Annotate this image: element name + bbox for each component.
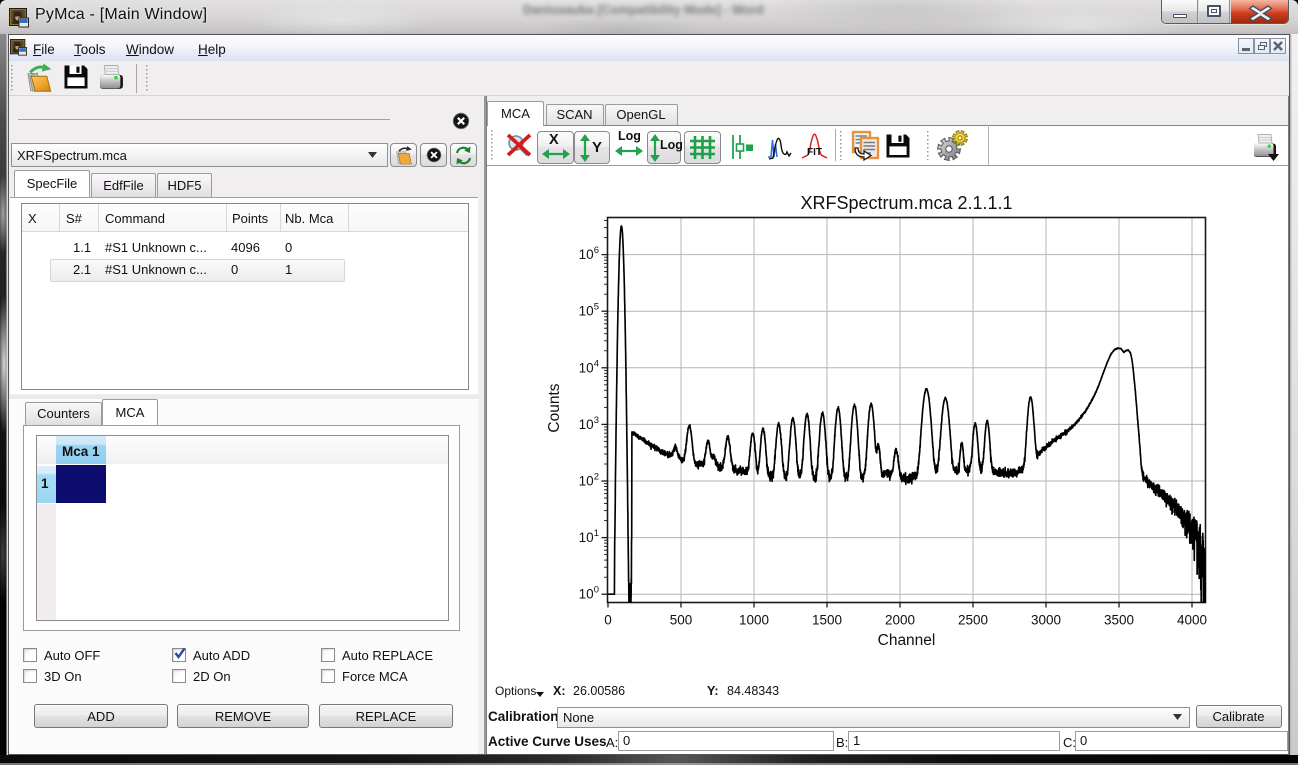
svg-text:1500: 1500 bbox=[812, 613, 842, 628]
svg-text:102: 102 bbox=[579, 472, 599, 489]
svg-text:3500: 3500 bbox=[1104, 613, 1134, 628]
svg-text:Counts: Counts bbox=[546, 383, 563, 432]
svg-text:2000: 2000 bbox=[885, 613, 915, 628]
svg-text:3000: 3000 bbox=[1031, 613, 1061, 628]
svg-text:101: 101 bbox=[579, 528, 599, 545]
svg-text:XRFSpectrum.mca 2.1.1.1: XRFSpectrum.mca 2.1.1.1 bbox=[800, 193, 1012, 213]
svg-text:100: 100 bbox=[579, 585, 599, 602]
svg-text:103: 103 bbox=[579, 415, 599, 432]
svg-text:105: 105 bbox=[579, 302, 599, 319]
svg-text:0: 0 bbox=[604, 613, 612, 628]
svg-text:4000: 4000 bbox=[1177, 613, 1207, 628]
svg-text:104: 104 bbox=[579, 358, 599, 375]
svg-text:500: 500 bbox=[670, 613, 693, 628]
svg-text:1000: 1000 bbox=[739, 613, 769, 628]
svg-text:Channel: Channel bbox=[878, 632, 936, 649]
svg-text:2500: 2500 bbox=[958, 613, 988, 628]
svg-text:FIT: FIT bbox=[807, 147, 822, 158]
svg-text:106: 106 bbox=[579, 245, 599, 262]
